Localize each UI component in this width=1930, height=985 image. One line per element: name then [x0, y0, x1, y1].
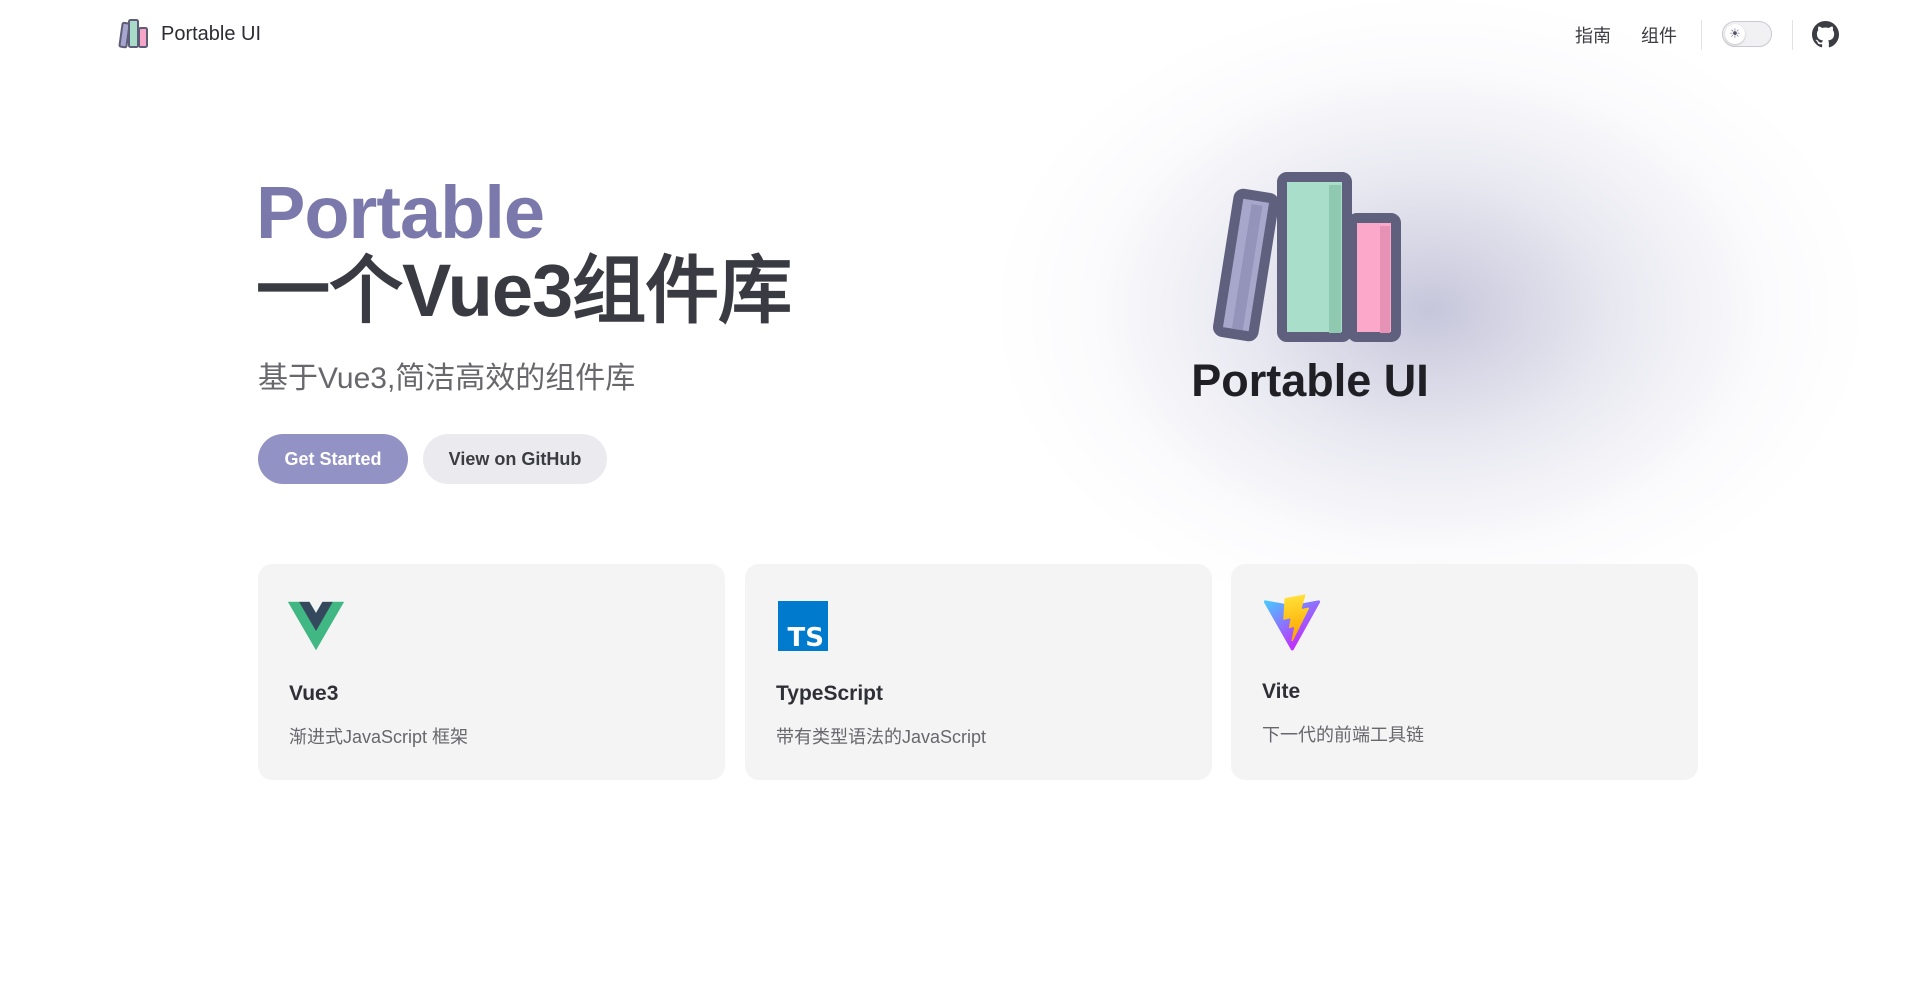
- feature-card-typescript[interactable]: TS TypeScript 带有类型语法的JavaScript: [745, 564, 1212, 780]
- hero-name: Portable: [256, 171, 545, 254]
- books-logo-icon: [1212, 172, 1401, 342]
- feature-title: Vite: [1262, 680, 1301, 703]
- feature-details: 下一代的前端工具链: [1262, 725, 1424, 745]
- typescript-logo-icon: TS: [778, 601, 828, 653]
- hero-background-glow: [1000, 0, 1860, 620]
- brand-name: Portable UI: [161, 22, 262, 45]
- nav-divider: [1792, 20, 1793, 50]
- hero-logo-title: Portable UI: [1191, 355, 1429, 406]
- feature-title: TypeScript: [776, 682, 883, 705]
- nav-link-components[interactable]: 组件: [1641, 22, 1677, 48]
- feature-details: 带有类型语法的JavaScript: [776, 727, 987, 747]
- vite-logo-icon: [1263, 594, 1321, 651]
- github-icon[interactable]: [1812, 21, 1839, 48]
- get-started-button[interactable]: Get Started: [258, 434, 408, 484]
- vue-logo-icon: [288, 601, 344, 651]
- hero-text: 一个Vue3组件库: [256, 249, 792, 332]
- appearance-toggle[interactable]: ☀: [1722, 21, 1772, 47]
- brand-link[interactable]: Portable UI: [118, 18, 261, 50]
- top-nav: Portable UI 指南 组件 ☀: [0, 0, 1930, 68]
- nav-link-guide[interactable]: 指南: [1575, 22, 1611, 48]
- books-logo-icon: [118, 19, 148, 49]
- feature-card-vite[interactable]: Vite 下一代的前端工具链: [1231, 564, 1698, 780]
- sun-icon: ☀: [1725, 24, 1745, 44]
- feature-details: 渐进式JavaScript 框架: [289, 727, 469, 747]
- feature-title: Vue3: [289, 682, 339, 705]
- feature-card-vue3[interactable]: Vue3 渐进式JavaScript 框架: [258, 564, 725, 780]
- hero-tagline: 基于Vue3,简洁高效的组件库: [258, 362, 636, 395]
- nav-divider: [1701, 20, 1702, 50]
- svg-text:TS: TS: [788, 623, 824, 653]
- view-on-github-button[interactable]: View on GitHub: [423, 434, 607, 484]
